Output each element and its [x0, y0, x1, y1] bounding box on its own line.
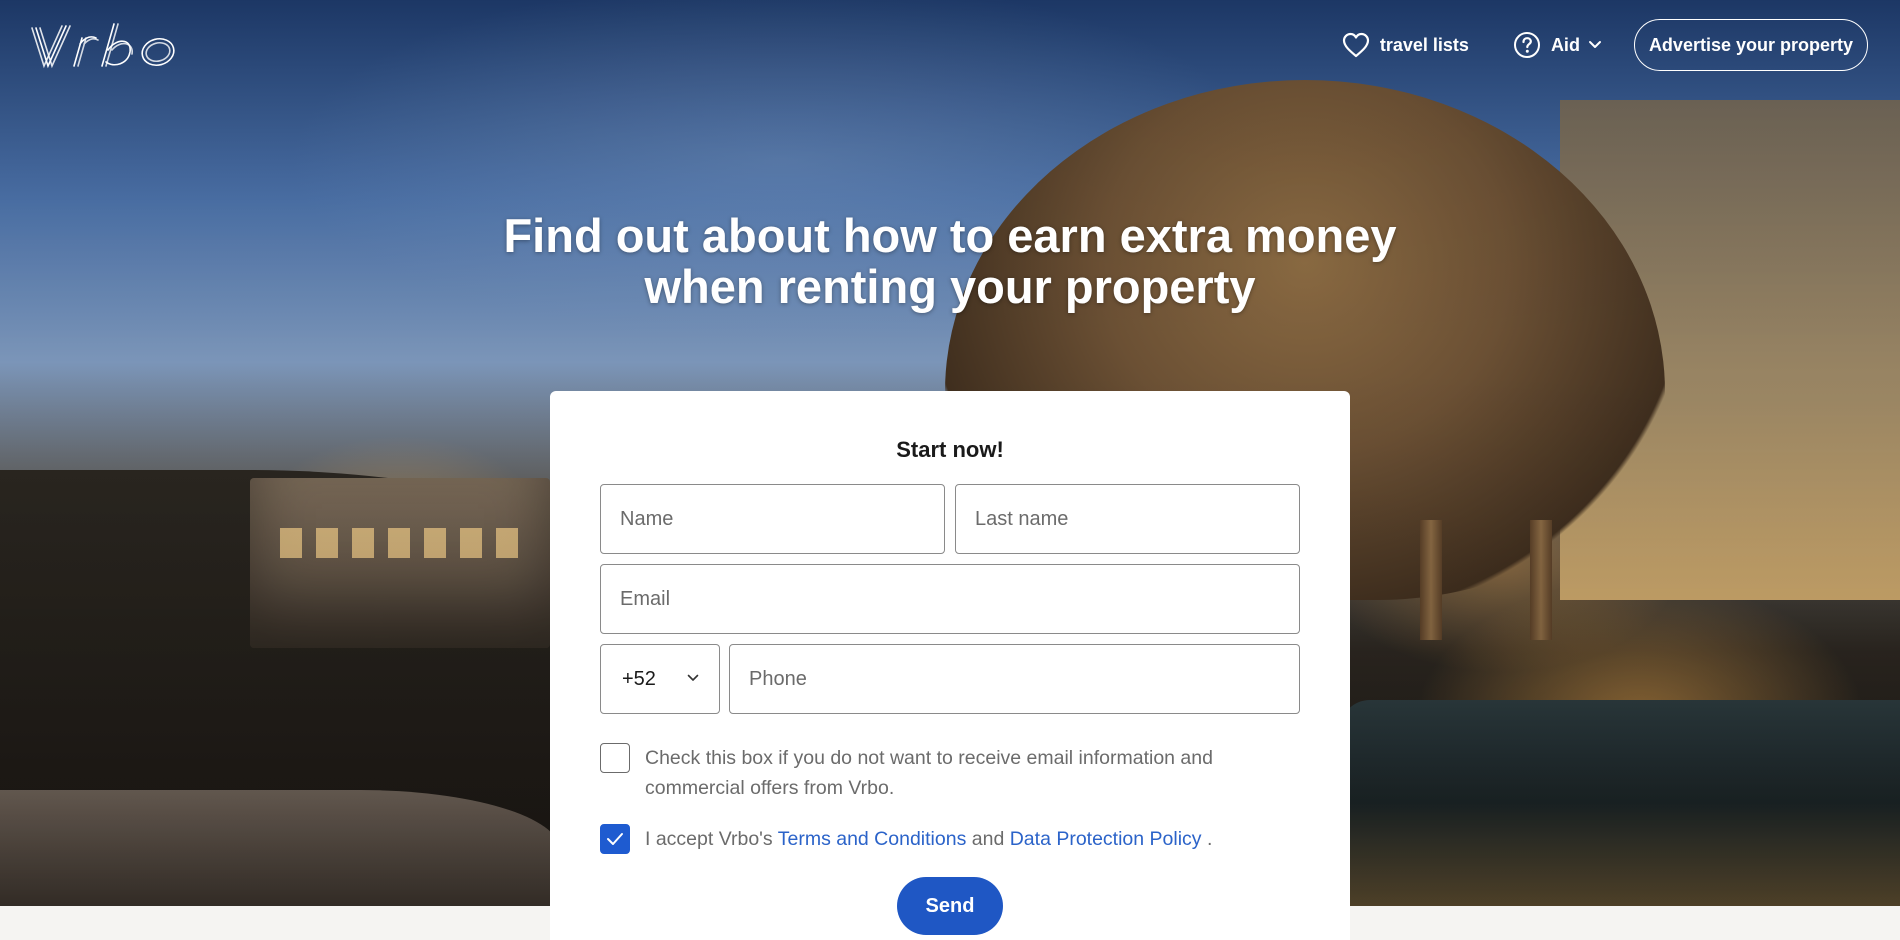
email-optout-label: Check this box if you do not want to rec… [645, 747, 1213, 799]
question-circle-icon [1513, 32, 1540, 58]
email-field [600, 564, 1300, 634]
headline-line-1: Find out about how to earn extra money [503, 209, 1397, 262]
aid-label: Aid [1550, 34, 1580, 55]
vrbo-logo[interactable] [30, 20, 185, 72]
accept-terms-label: I accept Vrbo's Terms and Conditions and… [645, 824, 1285, 854]
accept-and: and [971, 828, 1005, 850]
accept-prefix: I accept Vrbo's [645, 828, 773, 850]
terms-link[interactable]: Terms and Conditions [778, 828, 967, 850]
name-input[interactable] [601, 485, 944, 553]
accept-terms-row: I accept Vrbo's Terms and Conditions and… [600, 824, 1285, 854]
travel-lists-label: travel lists [1379, 34, 1469, 55]
vrbo-logo-icon [31, 23, 175, 69]
heart-icon [1342, 32, 1369, 58]
country-code-value: +52 [622, 667, 656, 690]
aid-menu[interactable]: Aid [1513, 31, 1602, 59]
privacy-policy-link[interactable]: Data Protection Policy [1010, 828, 1202, 850]
phone-input[interactable] [730, 645, 1299, 713]
send-button[interactable]: Send [897, 877, 1003, 935]
phone-field [729, 644, 1300, 714]
last-name-input[interactable] [956, 485, 1299, 553]
checkmark-icon [607, 833, 623, 845]
chevron-down-icon [1588, 41, 1601, 48]
country-code-select[interactable]: +52 [600, 644, 720, 714]
accept-terms-checkbox[interactable] [600, 824, 630, 854]
last-name-field [955, 484, 1300, 554]
email-optout-checkbox[interactable] [600, 743, 630, 773]
chevron-down-icon [687, 674, 699, 681]
email-optout-row: Check this box if you do not want to rec… [600, 743, 1235, 803]
page-headline: Find out about how to earn extra money w… [400, 210, 1500, 312]
signup-form-card: Start now! +52 Check this box if you do … [550, 391, 1350, 940]
travel-lists-link[interactable]: travel lists [1342, 32, 1469, 58]
name-field [600, 484, 945, 554]
top-nav: travel lists Aid Advertise your property [1342, 19, 1868, 71]
form-title: Start now! [896, 437, 1004, 462]
email-input[interactable] [601, 565, 1299, 633]
advertise-property-button[interactable]: Advertise your property [1633, 19, 1868, 71]
headline-line-2: when renting your property [644, 260, 1256, 313]
accept-suffix: . [1206, 828, 1213, 850]
